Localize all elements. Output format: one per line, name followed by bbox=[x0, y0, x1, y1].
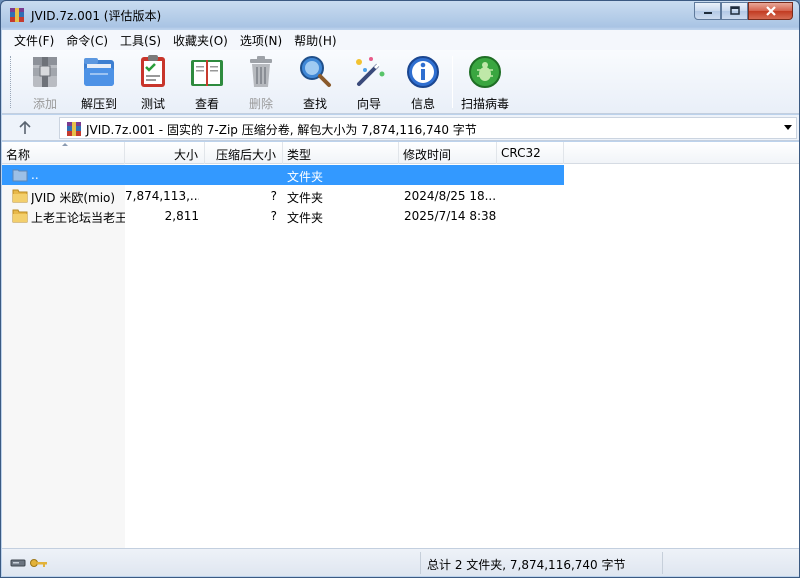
archive-icon bbox=[67, 122, 81, 136]
table-row[interactable]: .. 文件夹 bbox=[2, 165, 564, 185]
info-button[interactable]: 信息 bbox=[398, 54, 448, 111]
column-packed[interactable]: 压缩后大小 bbox=[205, 142, 283, 164]
menu-help[interactable]: 帮助(H) bbox=[288, 30, 342, 50]
find-button[interactable]: 查找 bbox=[290, 54, 340, 111]
title-bar: JVID.7z.001 (评估版本) bbox=[1, 1, 799, 29]
add-label: 添加 bbox=[32, 97, 57, 111]
trash-icon bbox=[250, 56, 272, 87]
delete-label: 删除 bbox=[248, 97, 273, 111]
app-window: JVID.7z.001 (评估版本) 文件(F) 命令(C) 工具(S) 收藏夹… bbox=[0, 0, 800, 578]
cell-type: 文件夹 bbox=[287, 170, 324, 184]
add-archive-icon bbox=[33, 57, 57, 87]
test-button[interactable]: 测试 bbox=[128, 54, 178, 111]
cell-size: 2,811 bbox=[164, 209, 199, 223]
info-icon bbox=[407, 56, 439, 88]
minimize-button[interactable] bbox=[694, 2, 721, 20]
column-packed-label: 压缩后大小 bbox=[215, 148, 276, 162]
extract-label: 解压到 bbox=[80, 97, 117, 111]
column-type[interactable]: 类型 bbox=[283, 142, 399, 164]
view-button[interactable]: 查看 bbox=[182, 54, 232, 111]
up-arrow-icon[interactable] bbox=[16, 119, 34, 137]
column-size[interactable]: 大小 bbox=[125, 142, 205, 164]
status-divider bbox=[420, 552, 421, 574]
status-total: 总计 2 文件夹, 7,874,116,740 字节 bbox=[427, 558, 626, 572]
menu-tools[interactable]: 工具(S) bbox=[114, 30, 167, 50]
column-type-label: 类型 bbox=[287, 148, 312, 162]
scan-virus-label: 扫描病毒 bbox=[460, 97, 509, 111]
cell-name: 上老王论坛当老王 bbox=[31, 211, 125, 225]
add-button[interactable]: 添加 bbox=[20, 54, 70, 111]
column-size-label: 大小 bbox=[173, 148, 198, 162]
file-list: 名称 大小 压缩后大小 类型 修改时间 CRC32 .. 文件夹 JVID 米欧… bbox=[2, 142, 799, 548]
toolbar: 添加 解压到 测试 查看 删除 查找 向导 信息 扫描病毒 bbox=[2, 50, 799, 114]
wizard-button[interactable]: 向导 bbox=[344, 54, 394, 111]
cell-modified: 2024/8/25 18... bbox=[404, 189, 496, 203]
drive-key-icon[interactable] bbox=[10, 556, 50, 570]
parent-folder-icon bbox=[12, 169, 28, 182]
view-label: 查看 bbox=[194, 97, 219, 111]
maximize-icon bbox=[729, 6, 740, 15]
winrar-icon bbox=[10, 8, 24, 22]
checklist-icon bbox=[141, 55, 165, 87]
column-crc[interactable]: CRC32 bbox=[497, 142, 564, 164]
book-icon bbox=[191, 60, 223, 86]
extract-button[interactable]: 解压到 bbox=[74, 54, 124, 111]
cell-packed: ? bbox=[270, 209, 277, 223]
column-modified[interactable]: 修改时间 bbox=[399, 142, 497, 164]
folder-icon bbox=[12, 209, 28, 223]
caption-buttons bbox=[694, 2, 793, 20]
sort-up-icon bbox=[62, 143, 68, 146]
cell-packed: ? bbox=[270, 189, 277, 203]
minimize-icon bbox=[703, 12, 712, 14]
menu-file[interactable]: 文件(F) bbox=[8, 30, 60, 50]
menu-options[interactable]: 选项(N) bbox=[234, 30, 288, 50]
address-bar: JVID.7z.001 - 固实的 7-Zip 压缩分卷, 解包大小为 7,87… bbox=[2, 115, 799, 141]
address-field[interactable]: JVID.7z.001 - 固实的 7-Zip 压缩分卷, 解包大小为 7,87… bbox=[59, 117, 797, 139]
address-text: JVID.7z.001 - 固实的 7-Zip 压缩分卷, 解包大小为 7,87… bbox=[86, 123, 477, 137]
menu-favorites[interactable]: 收藏夹(O) bbox=[167, 30, 234, 50]
menu-bar: 文件(F) 命令(C) 工具(S) 收藏夹(O) 选项(N) 帮助(H) bbox=[2, 30, 799, 50]
toolbar-grip[interactable] bbox=[10, 56, 13, 108]
magic-wand-icon bbox=[356, 57, 385, 86]
window-title: JVID.7z.001 (评估版本) bbox=[31, 9, 162, 23]
cell-type: 文件夹 bbox=[287, 211, 324, 225]
test-label: 测试 bbox=[140, 97, 165, 111]
close-icon bbox=[765, 6, 776, 16]
find-label: 查找 bbox=[302, 97, 327, 111]
column-name-label: 名称 bbox=[6, 148, 31, 162]
cell-type: 文件夹 bbox=[287, 191, 324, 205]
column-crc-label: CRC32 bbox=[501, 146, 541, 160]
cell-name: JVID 米欧(mio) bbox=[31, 191, 116, 205]
status-divider bbox=[662, 552, 663, 574]
delete-button[interactable]: 删除 bbox=[236, 54, 286, 111]
extract-folder-icon bbox=[84, 58, 114, 86]
folder-icon bbox=[12, 189, 28, 203]
cell-size: 7,874,113,... bbox=[125, 189, 199, 203]
column-name[interactable]: 名称 bbox=[2, 142, 125, 164]
column-header: 名称 大小 压缩后大小 类型 修改时间 CRC32 bbox=[2, 142, 799, 164]
cell-name: .. bbox=[31, 168, 39, 182]
status-bar: 总计 2 文件夹, 7,874,116,740 字节 bbox=[2, 548, 799, 576]
scan-virus-button[interactable]: 扫描病毒 bbox=[458, 54, 512, 111]
bug-icon bbox=[469, 56, 501, 88]
toolbar-separator bbox=[452, 56, 453, 108]
table-row[interactable]: JVID 米欧(mio) 7,874,113,... ? 文件夹 2024/8/… bbox=[2, 186, 564, 206]
close-button[interactable] bbox=[748, 2, 793, 20]
cell-modified: 2025/7/14 8:38 bbox=[404, 209, 496, 223]
magnifier-icon bbox=[300, 56, 331, 87]
table-row[interactable]: 上老王论坛当老王 2,811 ? 文件夹 2025/7/14 8:38 bbox=[2, 206, 564, 226]
wizard-label: 向导 bbox=[356, 97, 381, 111]
maximize-button[interactable] bbox=[721, 2, 748, 20]
column-modified-label: 修改时间 bbox=[403, 148, 452, 162]
info-label: 信息 bbox=[410, 97, 435, 111]
menu-commands[interactable]: 命令(C) bbox=[60, 30, 114, 50]
address-dropdown-arrow-icon[interactable] bbox=[784, 125, 792, 130]
